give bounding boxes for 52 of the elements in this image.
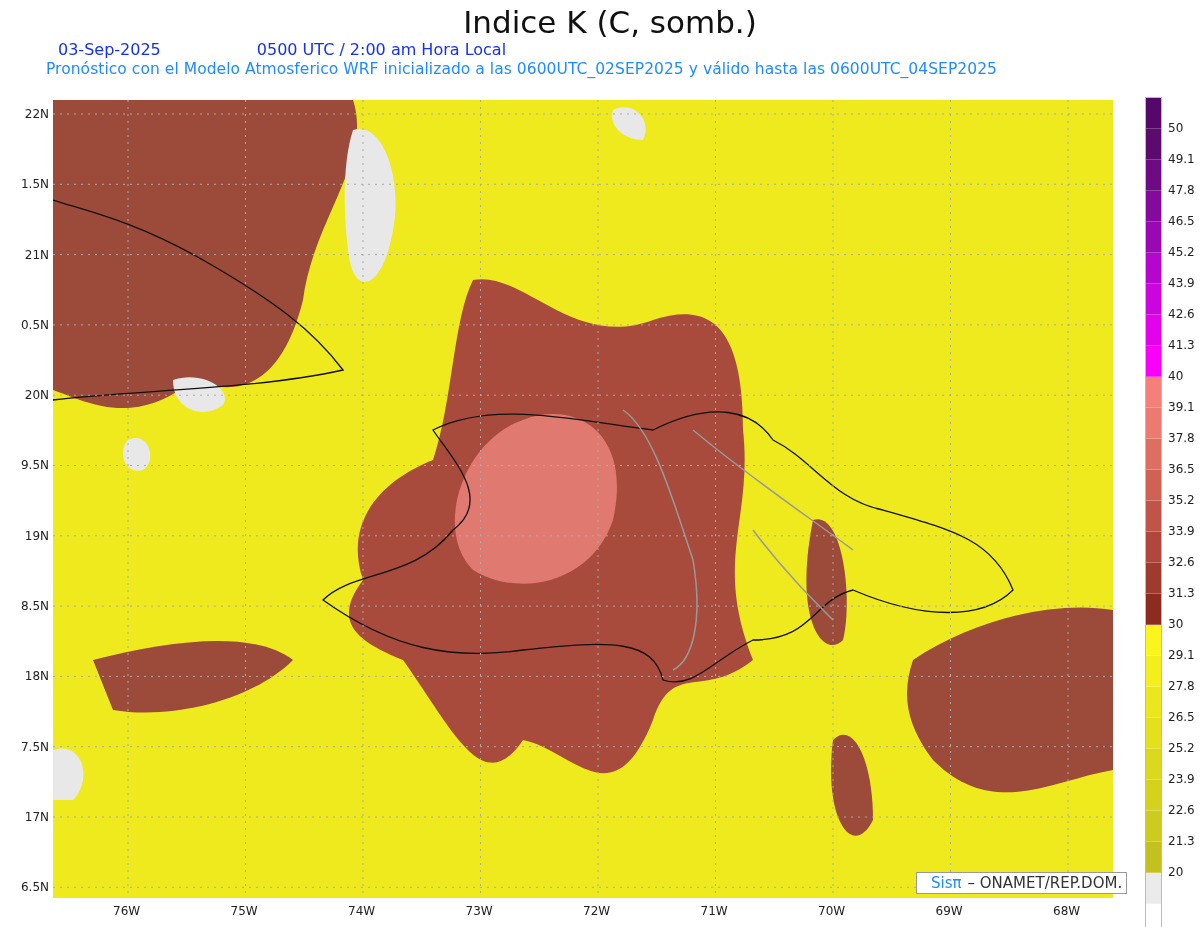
- colorbar-label: 33.9: [1168, 523, 1195, 540]
- colorbar-label: 46.5: [1168, 213, 1195, 230]
- colorbar-label: 29.1: [1168, 647, 1195, 664]
- latitude-label: 9.5N: [20, 458, 50, 475]
- chart-title: Indice K (C, somb.): [462, 3, 758, 40]
- longitude-label: 76W: [113, 904, 142, 918]
- colorbar-label: 21.3: [1168, 833, 1195, 850]
- longitude-label: 71W: [700, 904, 729, 918]
- longitude-label: 72W: [583, 904, 612, 918]
- time-text: 0500 UTC / 2:00 am Hora Local: [256, 40, 507, 60]
- latitude-label: 18N: [24, 669, 50, 686]
- colorbar-label: 20: [1168, 864, 1185, 881]
- latitude-label: 22N: [24, 107, 50, 123]
- colorbar-label: 47.8: [1168, 182, 1195, 199]
- colorbar-label: 22.6: [1168, 802, 1195, 819]
- colorbar-label: 45.2: [1168, 244, 1195, 261]
- colorbar-label: 35.2: [1168, 492, 1195, 509]
- colorbar-label: 39.1: [1168, 399, 1195, 416]
- longitude-label: 73W: [465, 904, 494, 918]
- latitude-label: 20N: [24, 388, 50, 405]
- latitude-label: 17N: [24, 809, 50, 826]
- longitude-label: 68W: [1053, 904, 1082, 918]
- agency-text: – ONAMET/REP.DOM.: [967, 874, 1123, 892]
- latitude-label: 0.5N: [20, 317, 50, 334]
- longitude-label: 74W: [348, 904, 377, 918]
- longitude-label: 69W: [935, 904, 964, 918]
- latitude-label: 7.5N: [20, 739, 50, 756]
- colorbar-label: 27.8: [1168, 678, 1195, 695]
- colorbar-label: 25.2: [1168, 740, 1195, 757]
- colorbar-label: 31.3: [1168, 585, 1195, 602]
- colorbar-label: 32.6: [1168, 554, 1195, 571]
- colorbar-label: 23.9: [1168, 771, 1195, 788]
- date-text: 03-Sep-2025: [58, 40, 161, 60]
- brand-text: Sisπ: [931, 874, 962, 892]
- colorbar-label: 50: [1168, 120, 1185, 137]
- colorbar-label: 42.6: [1168, 306, 1195, 323]
- colorbar-label: 36.5: [1168, 461, 1195, 478]
- colorbar-label: 37.8: [1168, 430, 1195, 447]
- colorbar-label: 26.5: [1168, 709, 1195, 726]
- latitude-label: 8.5N: [20, 599, 50, 616]
- colorbar-label: 30: [1168, 616, 1185, 633]
- colorbar-label: 43.9: [1168, 275, 1195, 292]
- forecast-subtitle: Pronóstico con el Modelo Atmosferico WRF inicializado a las 0600UTC_02SEP2025 y válido hasta las 0600UTC_04SEP2025: [45, 60, 998, 80]
- longitude-label: 70W: [818, 904, 847, 918]
- longitude-label: 75W: [230, 904, 259, 918]
- latitude-label: 6.5N: [20, 880, 50, 897]
- colorbar-label: 40: [1168, 368, 1185, 385]
- colorbar-label: 41.3: [1168, 337, 1195, 354]
- latitude-label: 1.5N: [20, 177, 50, 194]
- latitude-label: 19N: [24, 528, 50, 545]
- colorbar-label: 49.1: [1168, 151, 1195, 168]
- latitude-label: 21N: [24, 247, 50, 264]
